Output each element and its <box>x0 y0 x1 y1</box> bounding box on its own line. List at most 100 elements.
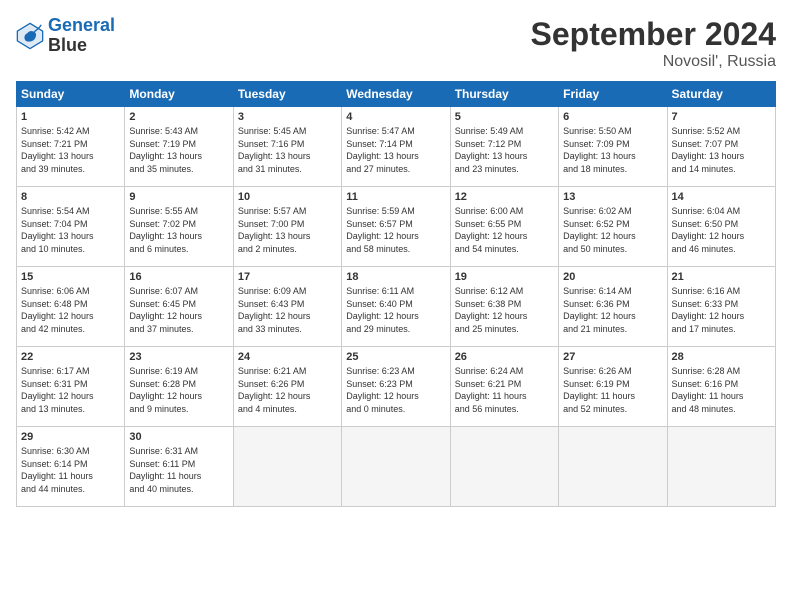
day-number: 30 <box>129 431 228 443</box>
day-info: Sunrise: 5:49 AM Sunset: 7:12 PM Dayligh… <box>455 125 554 175</box>
calendar-week-row: 8 Sunrise: 5:54 AM Sunset: 7:04 PM Daylig… <box>17 187 776 267</box>
day-number: 24 <box>238 351 337 363</box>
day-number: 12 <box>455 191 554 203</box>
day-number: 18 <box>346 271 445 283</box>
table-row <box>233 427 341 507</box>
calendar-day-header: Friday <box>559 82 667 107</box>
day-number: 25 <box>346 351 445 363</box>
calendar-day-header: Thursday <box>450 82 558 107</box>
table-row: 1 Sunrise: 5:42 AM Sunset: 7:21 PM Daylig… <box>17 107 125 187</box>
day-number: 6 <box>563 111 662 123</box>
day-number: 28 <box>672 351 771 363</box>
day-number: 11 <box>346 191 445 203</box>
table-row: 14Sunrise: 6:04 AM Sunset: 6:50 PM Dayli… <box>667 187 775 267</box>
logo-line2: Blue <box>48 36 115 56</box>
day-info: Sunrise: 6:28 AM Sunset: 6:16 PM Dayligh… <box>672 365 771 415</box>
page: General Blue September 2024 Novosil', Ru… <box>0 0 792 612</box>
table-row: 26 Sunrise: 6:24 AM Sunset: 6:21 PM Dayli… <box>450 347 558 427</box>
table-row: 4 Sunrise: 5:47 AM Sunset: 7:14 PM Daylig… <box>342 107 450 187</box>
table-row: 22 Sunrise: 6:17 AM Sunset: 6:31 PM Dayli… <box>17 347 125 427</box>
table-row: 9 Sunrise: 5:55 AM Sunset: 7:02 PM Daylig… <box>125 187 233 267</box>
day-info: Sunrise: 6:17 AM Sunset: 6:31 PM Dayligh… <box>21 365 120 415</box>
table-row <box>667 427 775 507</box>
day-info: Sunrise: 5:43 AM Sunset: 7:19 PM Dayligh… <box>129 125 228 175</box>
day-number: 29 <box>21 431 120 443</box>
table-row <box>342 427 450 507</box>
day-info: Sunrise: 5:57 AM Sunset: 7:00 PM Dayligh… <box>238 205 337 255</box>
table-row: 13 Sunrise: 6:02 AM Sunset: 6:52 PM Dayli… <box>559 187 667 267</box>
day-number: 16 <box>129 271 228 283</box>
day-info: Sunrise: 5:59 AM Sunset: 6:57 PM Dayligh… <box>346 205 445 255</box>
table-row: 2 Sunrise: 5:43 AM Sunset: 7:19 PM Daylig… <box>125 107 233 187</box>
day-number: 1 <box>21 111 120 123</box>
table-row: 11 Sunrise: 5:59 AM Sunset: 6:57 PM Dayli… <box>342 187 450 267</box>
table-row: 20 Sunrise: 6:14 AM Sunset: 6:36 PM Dayli… <box>559 267 667 347</box>
day-number: 4 <box>346 111 445 123</box>
day-info: Sunrise: 6:30 AM Sunset: 6:14 PM Dayligh… <box>21 445 120 495</box>
day-info: Sunrise: 6:24 AM Sunset: 6:21 PM Dayligh… <box>455 365 554 415</box>
table-row: 29 Sunrise: 6:30 AM Sunset: 6:14 PM Dayli… <box>17 427 125 507</box>
table-row: 27 Sunrise: 6:26 AM Sunset: 6:19 PM Dayli… <box>559 347 667 427</box>
table-row: 17Sunrise: 6:09 AM Sunset: 6:43 PM Dayli… <box>233 267 341 347</box>
day-number: 3 <box>238 111 337 123</box>
table-row: 30 Sunrise: 6:31 AM Sunset: 6:11 PM Dayli… <box>125 427 233 507</box>
table-row: 18Sunrise: 6:11 AM Sunset: 6:40 PM Dayli… <box>342 267 450 347</box>
day-info: Sunrise: 6:19 AM Sunset: 6:28 PM Dayligh… <box>129 365 228 415</box>
day-info: Sunrise: 6:31 AM Sunset: 6:11 PM Dayligh… <box>129 445 228 495</box>
day-number: 2 <box>129 111 228 123</box>
day-number: 8 <box>21 191 120 203</box>
day-number: 19 <box>455 271 554 283</box>
table-row: 15Sunrise: 6:06 AM Sunset: 6:48 PM Dayli… <box>17 267 125 347</box>
day-info: Sunrise: 6:00 AM Sunset: 6:55 PM Dayligh… <box>455 205 554 255</box>
table-row: 24Sunrise: 6:21 AM Sunset: 6:26 PM Dayli… <box>233 347 341 427</box>
calendar-week-row: 22 Sunrise: 6:17 AM Sunset: 6:31 PM Dayli… <box>17 347 776 427</box>
table-row: 16Sunrise: 6:07 AM Sunset: 6:45 PM Dayli… <box>125 267 233 347</box>
logo: General Blue <box>16 16 115 56</box>
day-info: Sunrise: 5:54 AM Sunset: 7:04 PM Dayligh… <box>21 205 120 255</box>
day-info: Sunrise: 5:50 AM Sunset: 7:09 PM Dayligh… <box>563 125 662 175</box>
table-row: 28 Sunrise: 6:28 AM Sunset: 6:16 PM Dayli… <box>667 347 775 427</box>
day-number: 13 <box>563 191 662 203</box>
day-number: 22 <box>21 351 120 363</box>
day-number: 17 <box>238 271 337 283</box>
day-number: 14 <box>672 191 771 203</box>
table-row: 5Sunrise: 5:49 AM Sunset: 7:12 PM Daylig… <box>450 107 558 187</box>
logo-text: General Blue <box>48 16 115 56</box>
calendar-week-row: 29 Sunrise: 6:30 AM Sunset: 6:14 PM Dayli… <box>17 427 776 507</box>
day-info: Sunrise: 6:23 AM Sunset: 6:23 PM Dayligh… <box>346 365 445 415</box>
day-number: 27 <box>563 351 662 363</box>
day-info: Sunrise: 6:26 AM Sunset: 6:19 PM Dayligh… <box>563 365 662 415</box>
day-info: Sunrise: 5:47 AM Sunset: 7:14 PM Dayligh… <box>346 125 445 175</box>
day-number: 20 <box>563 271 662 283</box>
table-row <box>559 427 667 507</box>
title-block: September 2024 Novosil', Russia <box>531 16 776 71</box>
day-info: Sunrise: 6:12 AM Sunset: 6:38 PM Dayligh… <box>455 285 554 335</box>
calendar-day-header: Wednesday <box>342 82 450 107</box>
calendar-day-header: Sunday <box>17 82 125 107</box>
table-row <box>450 427 558 507</box>
day-info: Sunrise: 6:16 AM Sunset: 6:33 PM Dayligh… <box>672 285 771 335</box>
table-row: 12 Sunrise: 6:00 AM Sunset: 6:55 PM Dayli… <box>450 187 558 267</box>
day-info: Sunrise: 5:45 AM Sunset: 7:16 PM Dayligh… <box>238 125 337 175</box>
day-info: Sunrise: 6:06 AM Sunset: 6:48 PM Dayligh… <box>21 285 120 335</box>
table-row: 19 Sunrise: 6:12 AM Sunset: 6:38 PM Dayli… <box>450 267 558 347</box>
calendar-day-header: Monday <box>125 82 233 107</box>
day-number: 23 <box>129 351 228 363</box>
calendar-day-header: Tuesday <box>233 82 341 107</box>
location: Novosil', Russia <box>531 53 776 71</box>
header: General Blue September 2024 Novosil', Ru… <box>16 16 776 71</box>
day-number: 9 <box>129 191 228 203</box>
day-info: Sunrise: 6:14 AM Sunset: 6:36 PM Dayligh… <box>563 285 662 335</box>
day-number: 10 <box>238 191 337 203</box>
day-info: Sunrise: 6:02 AM Sunset: 6:52 PM Dayligh… <box>563 205 662 255</box>
table-row: 6 Sunrise: 5:50 AM Sunset: 7:09 PM Daylig… <box>559 107 667 187</box>
table-row: 10 Sunrise: 5:57 AM Sunset: 7:00 PM Dayli… <box>233 187 341 267</box>
day-info: Sunrise: 5:52 AM Sunset: 7:07 PM Dayligh… <box>672 125 771 175</box>
logo-icon <box>16 22 44 50</box>
table-row: 8 Sunrise: 5:54 AM Sunset: 7:04 PM Daylig… <box>17 187 125 267</box>
day-info: Sunrise: 5:55 AM Sunset: 7:02 PM Dayligh… <box>129 205 228 255</box>
day-info: Sunrise: 5:42 AM Sunset: 7:21 PM Dayligh… <box>21 125 120 175</box>
table-row: 3 Sunrise: 5:45 AM Sunset: 7:16 PM Daylig… <box>233 107 341 187</box>
table-row: 25 Sunrise: 6:23 AM Sunset: 6:23 PM Dayli… <box>342 347 450 427</box>
day-number: 26 <box>455 351 554 363</box>
